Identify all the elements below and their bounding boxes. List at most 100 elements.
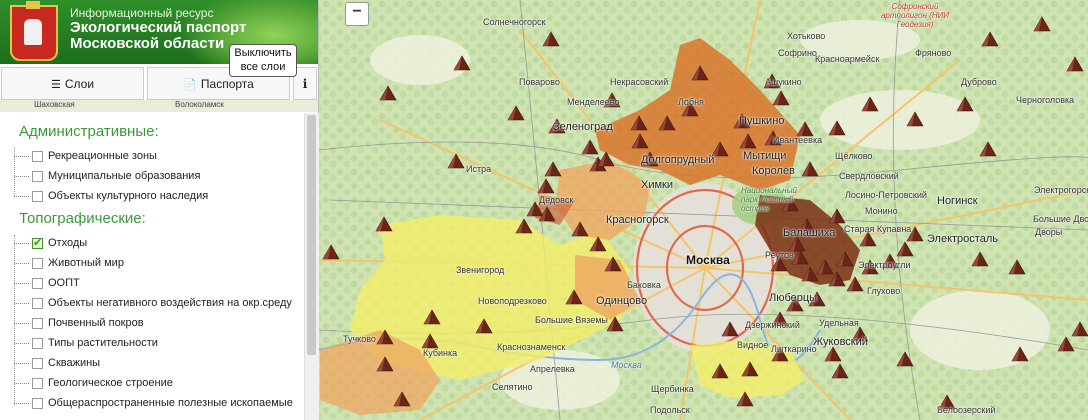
topo-layer-item[interactable]: Типы растительности	[14, 334, 158, 352]
admin-layer-item[interactable]: Объекты культурного наследия	[14, 187, 208, 205]
waste-marker-icon[interactable]	[376, 356, 394, 372]
waste-marker-icon[interactable]	[981, 31, 999, 47]
waste-marker-icon[interactable]	[956, 96, 974, 112]
topo-layer-item[interactable]: Отходы	[14, 234, 87, 252]
layer-checkbox[interactable]	[32, 397, 43, 409]
waste-marker-icon[interactable]	[739, 133, 757, 149]
waste-marker-icon[interactable]	[831, 363, 849, 379]
layer-checkbox[interactable]	[32, 337, 43, 349]
waste-marker-icon[interactable]	[771, 311, 789, 327]
waste-marker-icon[interactable]	[861, 259, 879, 275]
layer-checkbox[interactable]	[32, 297, 43, 309]
waste-marker-icon[interactable]	[376, 329, 394, 345]
waste-marker-icon[interactable]	[772, 90, 790, 106]
layer-checkbox[interactable]	[32, 190, 43, 202]
waste-marker-icon[interactable]	[786, 296, 804, 312]
waste-marker-icon[interactable]	[971, 251, 989, 267]
layer-checkbox[interactable]	[32, 170, 43, 182]
admin-layer-item[interactable]: Муниципальные образования	[14, 167, 200, 185]
waste-marker-icon[interactable]	[423, 309, 441, 325]
waste-marker-icon[interactable]	[711, 141, 729, 157]
waste-marker-icon[interactable]	[781, 196, 799, 212]
waste-marker-icon[interactable]	[828, 208, 846, 224]
waste-marker-icon[interactable]	[681, 101, 699, 117]
waste-marker-icon[interactable]	[393, 391, 411, 407]
waste-marker-icon[interactable]	[597, 151, 615, 167]
waste-marker-icon[interactable]	[322, 244, 340, 260]
waste-marker-icon[interactable]	[979, 141, 997, 157]
waste-marker-icon[interactable]	[375, 216, 393, 232]
waste-marker-icon[interactable]	[851, 326, 869, 342]
waste-marker-icon[interactable]	[581, 139, 599, 155]
waste-marker-icon[interactable]	[788, 236, 806, 252]
waste-marker-icon[interactable]	[796, 121, 814, 137]
waste-marker-icon[interactable]	[906, 226, 924, 242]
waste-marker-icon[interactable]	[606, 316, 624, 332]
topo-layer-item[interactable]: Почвенный покров	[14, 314, 144, 332]
waste-marker-icon[interactable]	[938, 394, 956, 410]
waste-marker-icon[interactable]	[808, 291, 826, 307]
waste-marker-icon[interactable]	[603, 92, 621, 108]
waste-marker-icon[interactable]	[846, 276, 864, 292]
topo-layer-item[interactable]: Геологическое строение	[14, 374, 173, 392]
waste-marker-icon[interactable]	[1066, 56, 1084, 72]
waste-marker-icon[interactable]	[801, 161, 819, 177]
waste-marker-icon[interactable]	[604, 256, 622, 272]
layers-scrollbar[interactable]	[304, 113, 319, 420]
waste-marker-icon[interactable]	[836, 251, 854, 267]
waste-marker-icon[interactable]	[801, 266, 819, 282]
waste-marker-icon[interactable]	[828, 120, 846, 136]
layer-checkbox[interactable]	[32, 150, 43, 162]
topo-layer-item[interactable]: ООПТ	[14, 274, 80, 292]
waste-marker-icon[interactable]	[816, 259, 834, 275]
layer-checkbox[interactable]	[32, 277, 43, 289]
topo-layer-item[interactable]: Общераспространенные полезные ископаемые	[14, 394, 293, 412]
waste-marker-icon[interactable]	[791, 249, 809, 265]
waste-marker-icon[interactable]	[379, 85, 397, 101]
layers-button[interactable]: ☰ Слои	[1, 67, 144, 100]
waste-marker-icon[interactable]	[770, 256, 788, 272]
waste-marker-icon[interactable]	[507, 105, 525, 121]
waste-marker-icon[interactable]	[861, 96, 879, 112]
waste-marker-icon[interactable]	[548, 118, 566, 134]
waste-marker-icon[interactable]	[571, 221, 589, 237]
waste-marker-icon[interactable]	[641, 151, 659, 167]
waste-marker-icon[interactable]	[1057, 336, 1075, 352]
waste-marker-icon[interactable]	[1033, 16, 1051, 32]
waste-marker-icon[interactable]	[741, 361, 759, 377]
waste-marker-icon[interactable]	[537, 178, 555, 194]
waste-marker-icon[interactable]	[1071, 321, 1088, 337]
waste-marker-icon[interactable]	[736, 391, 754, 407]
waste-marker-icon[interactable]	[691, 65, 709, 81]
layer-checkbox[interactable]	[32, 317, 43, 329]
layer-checkbox[interactable]	[32, 377, 43, 389]
waste-marker-icon[interactable]	[447, 153, 465, 169]
waste-marker-icon[interactable]	[896, 241, 914, 257]
waste-marker-icon[interactable]	[526, 201, 544, 217]
waste-marker-icon[interactable]	[859, 231, 877, 247]
waste-marker-icon[interactable]	[771, 346, 789, 362]
layer-checkbox[interactable]	[32, 357, 43, 369]
waste-marker-icon[interactable]	[631, 133, 649, 149]
waste-marker-icon[interactable]	[896, 351, 914, 367]
zoom-out-button[interactable]: −	[345, 2, 369, 26]
waste-marker-icon[interactable]	[421, 333, 439, 349]
waste-marker-icon[interactable]	[565, 289, 583, 305]
waste-marker-icon[interactable]	[1011, 346, 1029, 362]
waste-marker-icon[interactable]	[453, 55, 471, 71]
waste-marker-icon[interactable]	[544, 161, 562, 177]
topo-layer-item[interactable]: Скважины	[14, 354, 100, 372]
waste-marker-icon[interactable]	[589, 236, 607, 252]
topo-layer-item[interactable]: Объекты негативного воздействия на окр.с…	[14, 294, 292, 312]
waste-marker-icon[interactable]	[630, 115, 648, 131]
topo-layer-item[interactable]: Животный мир	[14, 254, 124, 272]
waste-marker-icon[interactable]	[824, 346, 842, 362]
waste-marker-icon[interactable]	[881, 253, 899, 269]
waste-marker-icon[interactable]	[658, 115, 676, 131]
layer-checkbox[interactable]	[32, 257, 43, 269]
waste-marker-icon[interactable]	[542, 31, 560, 47]
waste-marker-icon[interactable]	[475, 318, 493, 334]
waste-marker-icon[interactable]	[798, 218, 816, 234]
waste-marker-icon[interactable]	[733, 113, 751, 129]
waste-marker-icon[interactable]	[764, 130, 782, 146]
